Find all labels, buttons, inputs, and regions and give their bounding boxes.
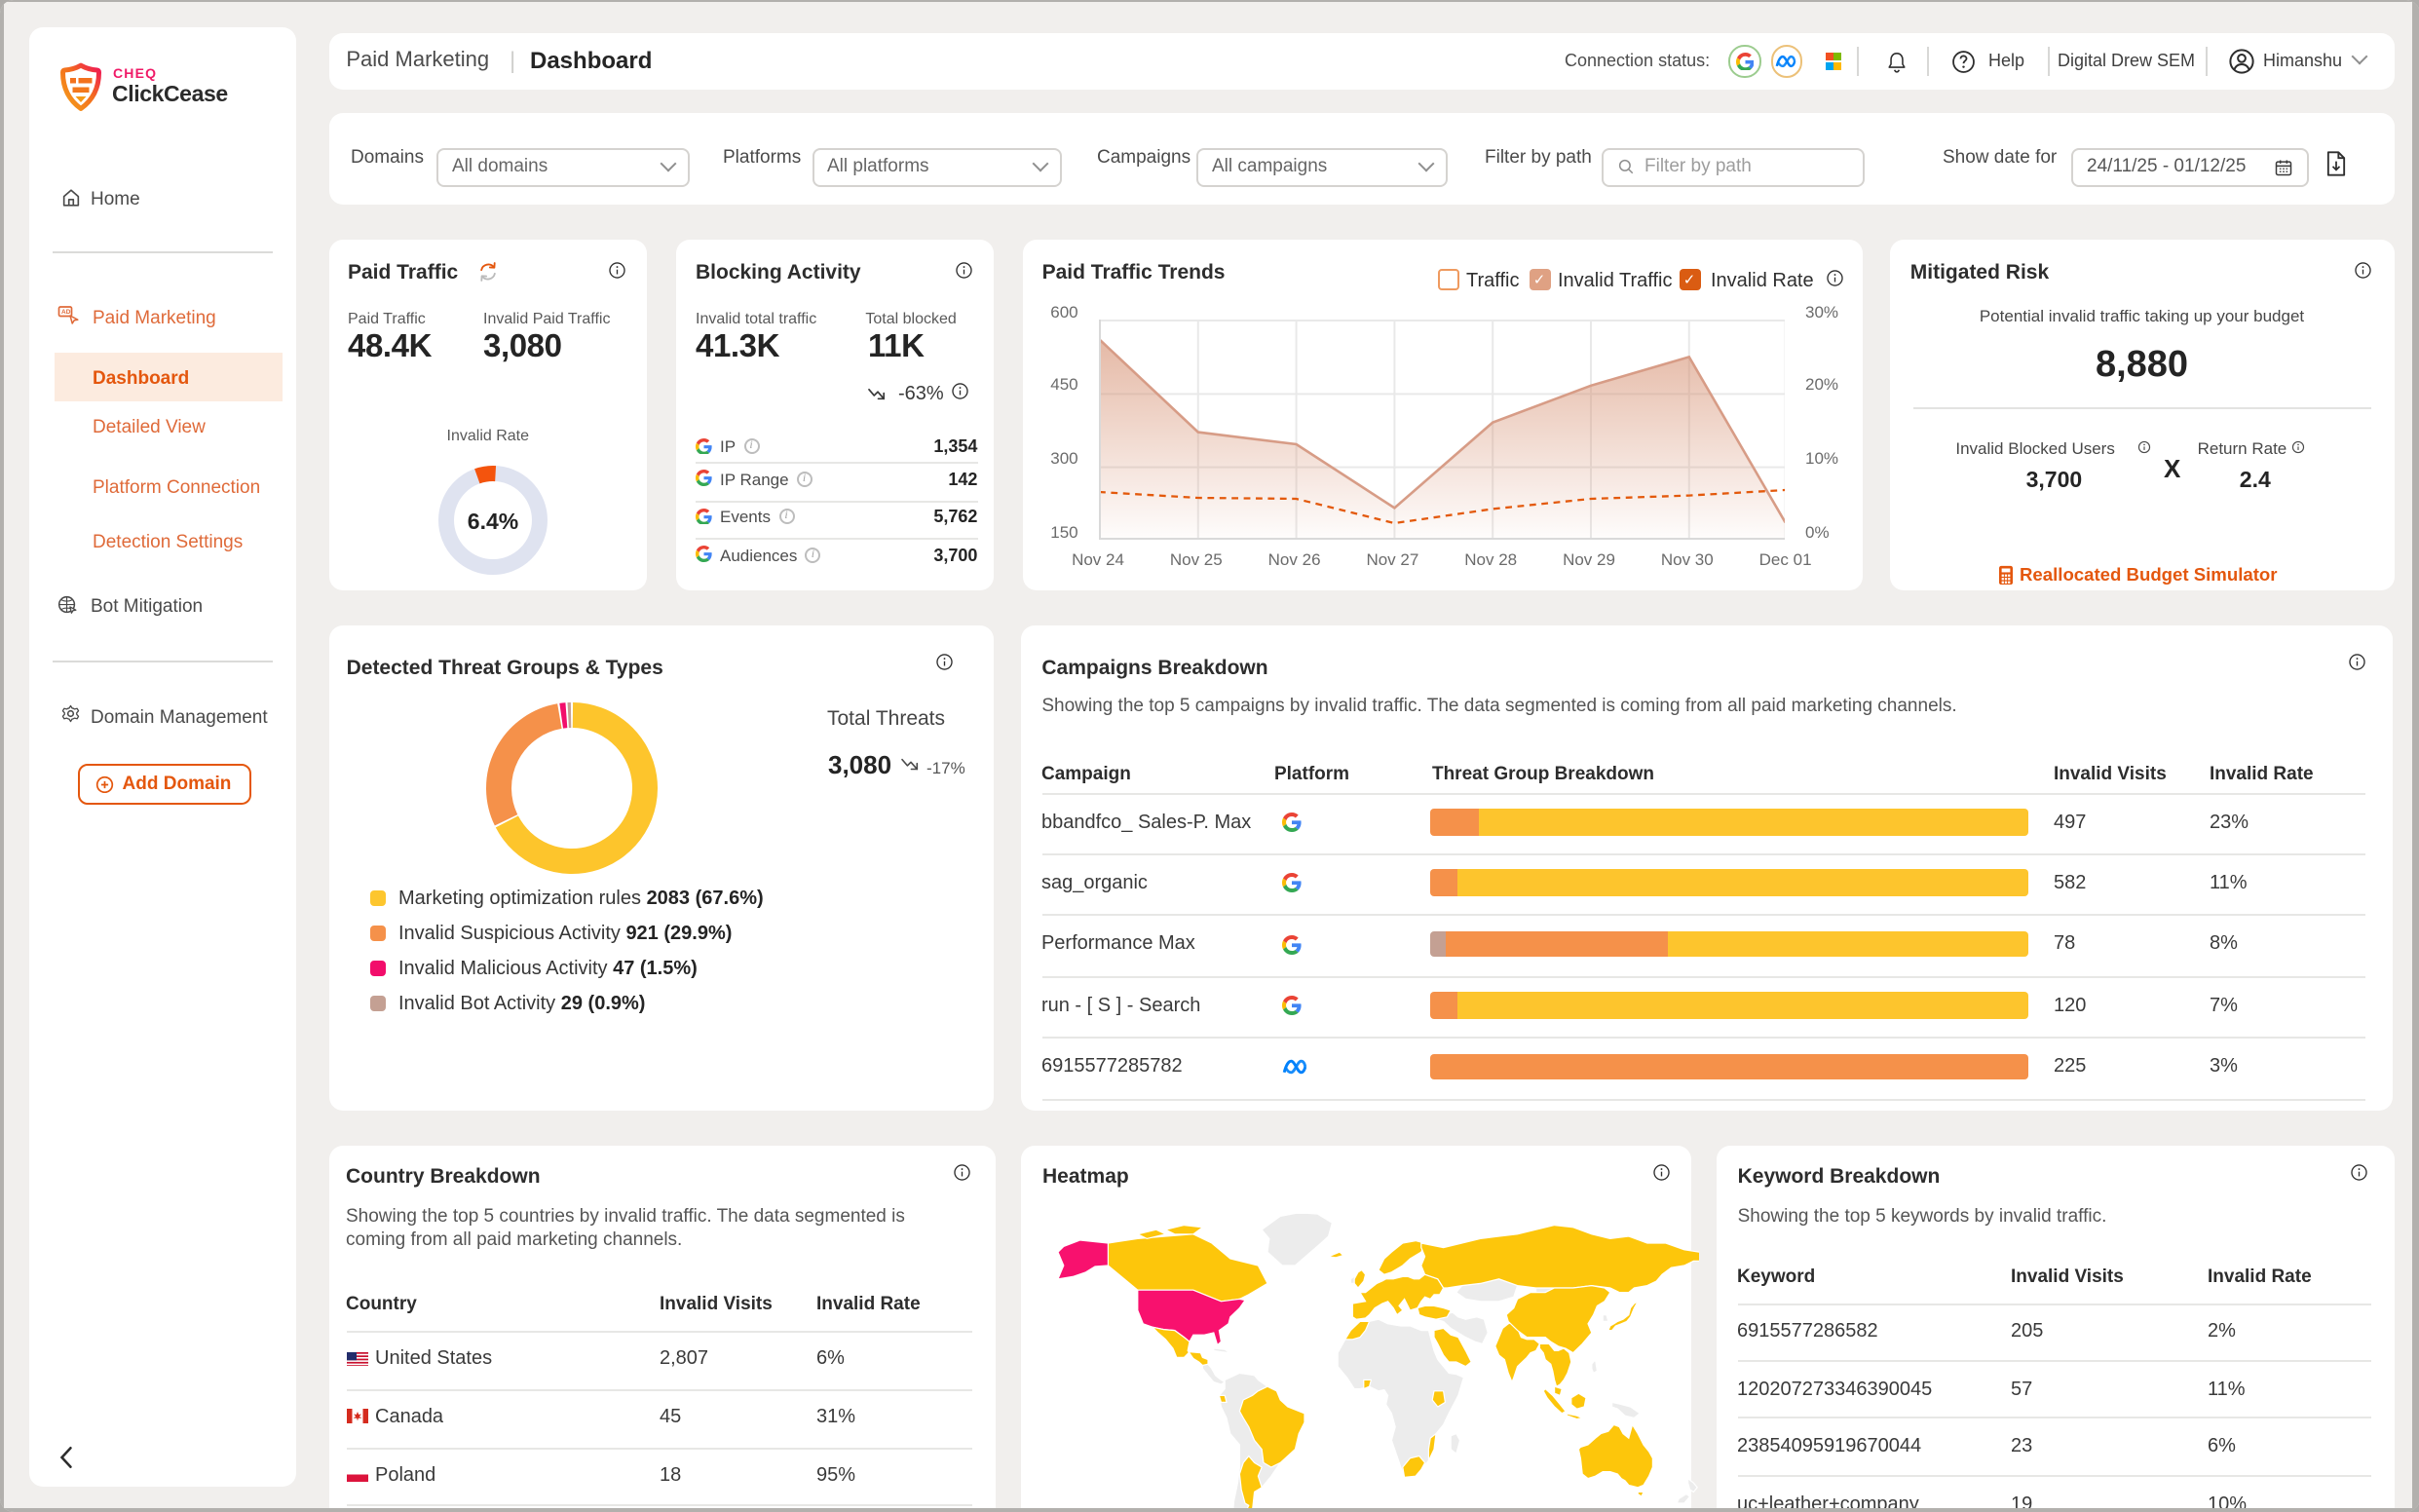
svg-text:AD: AD [61,309,71,316]
svg-text:6.4%: 6.4% [467,508,517,533]
